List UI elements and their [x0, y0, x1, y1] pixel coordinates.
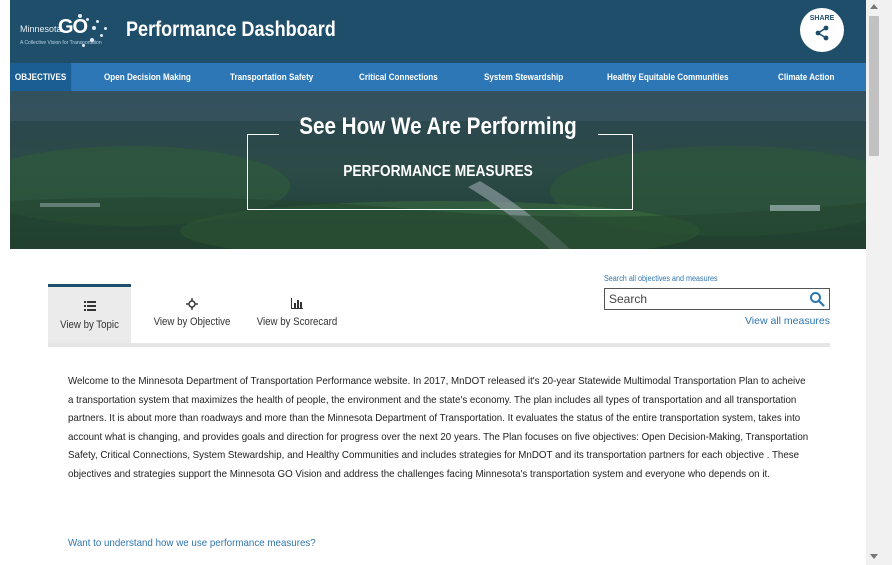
- nav-item-healthy-equitable-communities[interactable]: Healthy Equitable Communities: [607, 63, 729, 91]
- nav-item-open-decision-making[interactable]: Open Decision Making: [104, 63, 191, 91]
- search-input[interactable]: [609, 291, 799, 307]
- hero-title: See How We Are Performing: [299, 113, 577, 140]
- share-icon: [815, 25, 829, 41]
- nav-item-system-stewardship[interactable]: System Stewardship: [484, 63, 563, 91]
- tabs-divider: [48, 343, 830, 347]
- logo-go: GO: [58, 16, 88, 38]
- nav-item-critical-connections[interactable]: Critical Connections: [359, 63, 438, 91]
- performance-measures-link[interactable]: Want to understand how we use performanc…: [68, 537, 316, 549]
- top-header: Minnesota GO A Collective Vision for Tra…: [10, 0, 866, 63]
- view-all-measures-link[interactable]: View all measures: [730, 315, 830, 327]
- intro-paragraph: Welcome to the Minnesota Department of T…: [68, 372, 808, 483]
- window-edge: [0, 0, 10, 565]
- tab-label: View by Scorecard: [256, 316, 338, 328]
- page: Minnesota GO A Collective Vision for Tra…: [10, 0, 866, 565]
- search-icon[interactable]: [809, 291, 825, 307]
- list-icon: [48, 301, 131, 314]
- minnesota-go-logo[interactable]: Minnesota GO A Collective Vision for Tra…: [20, 14, 116, 50]
- nav-item-objectives[interactable]: OBJECTIVES: [10, 63, 72, 91]
- scroll-up-arrow-icon[interactable]: [870, 4, 878, 9]
- target-icon: [137, 298, 247, 313]
- nav-item-climate-action[interactable]: Climate Action: [778, 63, 834, 91]
- share-label: SHARE: [809, 15, 835, 22]
- scroll-down-arrow-icon[interactable]: [870, 554, 878, 559]
- tab-view-by-scorecard[interactable]: View by Scorecard: [247, 284, 347, 342]
- intro-text: Welcome to the Minnesota Department of T…: [68, 375, 809, 480]
- logo-text: Minnesota: [20, 24, 62, 34]
- dashboard-title: Performance Dashboard: [126, 18, 336, 41]
- scrollbar-thumb[interactable]: [869, 16, 879, 156]
- hero-banner: See How We Are Performing PERFORMANCE ME…: [10, 91, 866, 249]
- vertical-scrollbar[interactable]: [866, 0, 892, 565]
- tab-label: View by Objective: [153, 316, 231, 328]
- nav-item-transportation-safety[interactable]: Transportation Safety: [230, 63, 313, 91]
- bar-chart-icon: [247, 298, 347, 312]
- share-button[interactable]: SHARE: [800, 8, 844, 52]
- tab-label: View by Topic: [60, 319, 119, 331]
- objectives-nav: OBJECTIVES Open Decision Making Transpor…: [10, 63, 866, 91]
- search-label: Search all objectives and measures: [604, 274, 718, 283]
- tab-view-by-objective[interactable]: View by Objective: [137, 284, 247, 342]
- hero-subtitle: PERFORMANCE MEASURES: [343, 163, 533, 180]
- tab-view-by-topic[interactable]: View by Topic: [48, 284, 131, 345]
- search-box: [604, 288, 830, 310]
